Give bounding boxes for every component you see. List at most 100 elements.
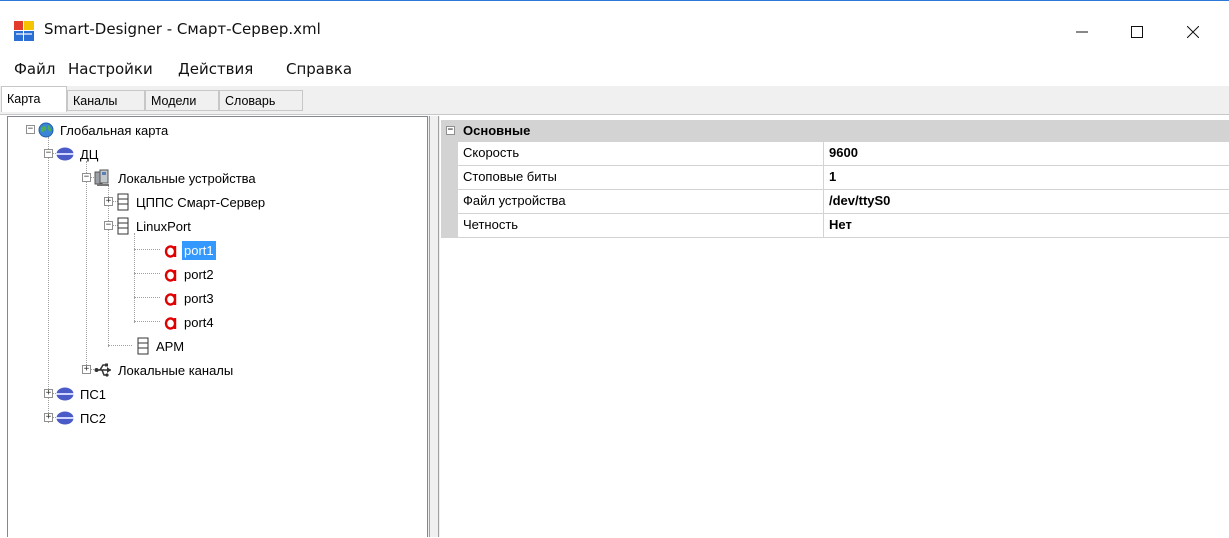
tree-node-port4[interactable]: port4 — [164, 311, 216, 333]
maximize-button[interactable] — [1114, 16, 1160, 48]
device-icon — [117, 217, 129, 235]
usb-icon — [94, 363, 111, 377]
device-icon — [137, 337, 149, 355]
tab-models[interactable]: Модели — [145, 90, 219, 111]
tree-node-label: port3 — [184, 290, 214, 306]
property-grid[interactable]: − Основные Скорость 9600 Стоповые биты 1… — [441, 116, 1229, 537]
server-icon — [56, 147, 74, 161]
tab-map[interactable]: Карта — [1, 86, 67, 112]
server-icon — [56, 411, 74, 425]
maximize-icon — [1131, 26, 1143, 38]
map-tree[interactable]: − − − + − + + + Глобальная карта ДЦ Лока… — [7, 116, 428, 537]
expand-toggle[interactable]: + — [82, 365, 91, 374]
collapse-toggle[interactable]: − — [26, 125, 35, 134]
row-gutter — [441, 142, 458, 166]
tree-line — [134, 321, 160, 323]
tree-node-label: Локальные устройства — [118, 170, 256, 186]
column-divider — [823, 142, 824, 166]
tab-dictionary[interactable]: Словарь — [219, 90, 303, 111]
property-name: Четность — [463, 217, 519, 232]
column-divider — [823, 166, 824, 190]
row-divider — [458, 237, 1229, 238]
menu-settings[interactable]: Настройки — [68, 60, 153, 78]
row-gutter — [441, 214, 458, 238]
tree-node-label: port4 — [184, 314, 214, 330]
minimize-button[interactable] — [1059, 16, 1105, 48]
title-bar: Smart-Designer - Смарт-Сервер.xml — [0, 0, 1229, 64]
expand-toggle[interactable]: + — [44, 413, 53, 422]
globe-icon — [38, 122, 54, 138]
tree-node-ps1[interactable]: ПС1 — [56, 383, 108, 405]
splitter[interactable] — [428, 116, 440, 537]
port-icon — [164, 317, 177, 330]
tree-line — [134, 273, 160, 275]
expand-toggle[interactable]: + — [104, 197, 113, 206]
collapse-toggle[interactable]: − — [104, 221, 113, 230]
tree-line — [134, 297, 160, 299]
tree-node-port1[interactable]: port1 — [164, 239, 216, 261]
tree-node-arm[interactable]: АРМ — [136, 335, 186, 357]
collapse-toggle[interactable]: − — [446, 126, 455, 135]
tree-node-port3[interactable]: port3 — [164, 287, 216, 309]
menu-actions[interactable]: Действия — [178, 60, 253, 78]
property-row-stop-bits[interactable]: Стоповые биты 1 — [441, 166, 1229, 190]
property-row-device-file[interactable]: Файл устройства /dev/ttyS0 — [441, 190, 1229, 214]
property-name: Скорость — [463, 145, 520, 160]
minimize-icon — [1076, 31, 1088, 33]
port-icon — [164, 293, 177, 306]
tree-node-label: ПС1 — [80, 386, 106, 402]
port-icon — [164, 245, 177, 258]
tree-node-label: АРМ — [156, 338, 185, 354]
tree-line — [48, 137, 50, 423]
collapse-toggle[interactable]: − — [44, 149, 53, 158]
column-divider — [823, 214, 824, 238]
tree-node-ps2[interactable]: ПС2 — [56, 407, 108, 429]
tree-node-label: ПС2 — [80, 410, 106, 426]
expand-toggle[interactable]: + — [44, 389, 53, 398]
property-value[interactable]: 9600 — [829, 145, 858, 160]
tree-node-global-map[interactable]: Глобальная карта — [38, 119, 170, 141]
property-category[interactable]: − Основные — [441, 120, 1229, 142]
tree-node-linuxport[interactable]: LinuxPort — [116, 215, 193, 237]
category-label: Основные — [463, 123, 531, 138]
tree-node-local-devices[interactable]: Локальные устройства — [94, 167, 258, 189]
tree-node-label: LinuxPort — [136, 218, 191, 234]
computers-icon — [94, 169, 109, 186]
tree-node-smart-server[interactable]: ЦППС Смарт-Сервер — [116, 191, 267, 213]
row-gutter — [441, 166, 458, 190]
splitter-edge — [438, 116, 439, 537]
close-button[interactable] — [1170, 16, 1216, 48]
property-value[interactable]: Нет — [829, 217, 852, 232]
property-row-speed[interactable]: Скорость 9600 — [441, 142, 1229, 166]
property-value[interactable]: 1 — [829, 169, 836, 184]
row-gutter — [441, 190, 458, 214]
property-value[interactable]: /dev/ttyS0 — [829, 193, 890, 208]
tree-node-label: port1 — [182, 240, 216, 260]
splitter-edge — [429, 116, 430, 537]
property-row-parity[interactable]: Четность Нет — [441, 214, 1229, 238]
port-icon — [164, 269, 177, 282]
column-divider — [823, 190, 824, 214]
tree-node-label: ЦППС Смарт-Сервер — [136, 194, 266, 210]
tree-node-port2[interactable]: port2 — [164, 263, 216, 285]
window-title: Smart-Designer - Смарт-Сервер.xml — [44, 20, 321, 38]
property-name: Стоповые биты — [463, 169, 557, 184]
tree-node-dc[interactable]: ДЦ — [56, 143, 100, 165]
menu-help[interactable]: Справка — [286, 60, 352, 78]
property-name: Файл устройства — [463, 193, 566, 208]
tab-channels[interactable]: Каналы — [67, 90, 145, 111]
tree-node-label: ДЦ — [80, 146, 99, 162]
app-icon — [14, 21, 34, 41]
tree-node-label: port2 — [184, 266, 214, 282]
tree-line — [134, 249, 160, 251]
tree-node-label: Локальные каналы — [118, 362, 234, 378]
menu-bar: Файл Настройки Действия Справка — [0, 58, 1229, 82]
tree-line — [108, 185, 110, 347]
window-border — [0, 0, 1229, 1]
tree-node-label: Глобальная карта — [60, 122, 169, 138]
tree-node-local-channels[interactable]: Локальные каналы — [94, 359, 235, 381]
tree-line — [108, 345, 132, 347]
device-icon — [117, 193, 129, 211]
collapse-toggle[interactable]: − — [82, 173, 91, 182]
menu-file[interactable]: Файл — [14, 60, 55, 78]
